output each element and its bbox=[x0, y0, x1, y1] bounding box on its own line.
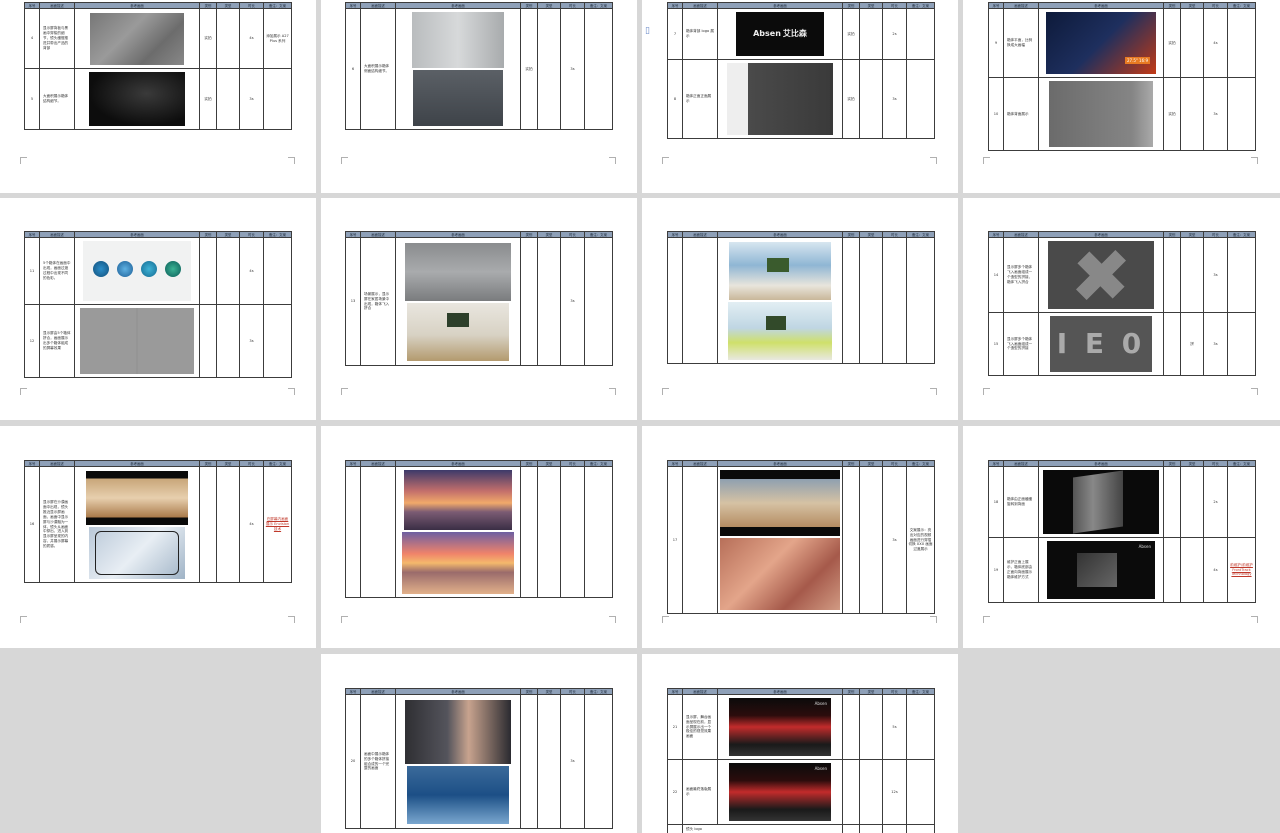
table-row bbox=[345, 466, 613, 598]
reference-image bbox=[80, 308, 194, 374]
phone-image bbox=[89, 526, 185, 579]
shot-table: 序号 画面描述 参考画面 类别 类型 时长 备注：文案 7 箱体背部 logo 展示 Abs… bbox=[667, 2, 935, 139]
table-row: 13 场景展示，显示屏在家居场景中出现，箱体飞入拼合 3s bbox=[345, 237, 613, 366]
shot-table: 序号 画面描述 参考画面 类别 类型 时长 备注：文案 18 箱体由正面缓缓旋转到背面 2s… bbox=[988, 460, 1256, 603]
doc-page-1: 序号 画面描述 参考画面 类别 类型 时长 备注：文案 4 显示屏背板与黑画中穿梭的细节，镜… bbox=[0, 0, 316, 193]
table-row: 19 维护正面上展示，箱体底部由正面向背面展示箱体维护方式 Absen 4s 前… bbox=[988, 537, 1256, 603]
shot-table: 序号 画面描述 参考画面 类别 类型 时长 备注：文案 20 画面中展示箱体的多个箱体拼接组… bbox=[345, 688, 613, 829]
aerial-video-wall-image bbox=[407, 765, 509, 824]
stage-render-image: Absen bbox=[729, 763, 831, 821]
document-icon: ▯ bbox=[645, 26, 650, 36]
table-row: 11 5个箱体在画面中出现，画面过渡过程中出现不同的色彩。 4s bbox=[24, 237, 292, 305]
reference-image: I E 0 bbox=[1050, 316, 1152, 372]
table-row: 21 显示屏、舞台画面呈现在前，显示屏展示出一个极佳的视觉效果画面 Absen … bbox=[667, 694, 935, 760]
table-row: 16 显示屏在沙漠画面中出现，镜头推近显示屏画面，画面中显示屏与沙漠融为一体，镜… bbox=[24, 466, 292, 583]
reference-image bbox=[405, 242, 511, 301]
doc-page-2: 序号 画面描述 参考画面 类别 类型 时长 备注：文案 6 大面积展示箱体侧面结构细节。 实… bbox=[321, 0, 637, 193]
cabinet-render-image bbox=[1043, 470, 1159, 534]
cabinet-render-image: Absen bbox=[1047, 541, 1155, 599]
table-row: 4 显示屏背板与黑画中穿梭的细节，镜头缓慢推进并带出产品的背部 实拍 4s 添加… bbox=[24, 8, 292, 69]
desert-screen-image bbox=[86, 470, 188, 525]
shot-table: 序号 画面描述 参考画面 类别 类型 时长 备注：文案 bbox=[345, 460, 613, 598]
doc-page-9: 序号 画面描述 参考画面 类别 类型 时长 备注：文案 16 显示屏在沙漠画面中出现，镜头推… bbox=[0, 426, 316, 648]
portrait-video-wall-image bbox=[405, 699, 511, 764]
table-row: 20 画面中展示箱体的多个箱体拼接组合成的一个完整的画面 3s bbox=[345, 694, 613, 829]
table-row: 8 箱体正面正面展示 实拍 3s bbox=[667, 59, 935, 139]
table-row: 14 显示屏多个箱体飞入画面组成一个造型的拼接，箱体飞入拼合 3s bbox=[988, 237, 1256, 313]
reference-image: 27.5" 16:9 bbox=[1046, 12, 1156, 74]
desert-screen-image bbox=[720, 470, 840, 536]
reference-image bbox=[412, 12, 504, 68]
shot-table: 序号 画面描述 参考画面 类别 类型 时长 备注：文案 6 大面积展示箱体侧面结构细节。 实… bbox=[345, 2, 613, 130]
sand-texture-image bbox=[720, 538, 840, 610]
doc-page-8: 序号 画面描述 参考画面 类别 类型 时长 备注：文案 14 显示屏多个箱体飞入画面组成一个… bbox=[963, 198, 1280, 420]
reference-image bbox=[90, 12, 184, 65]
shot-table: 序号 画面描述 参考画面 类别 类型 时长 备注：文案 17 3s 文案展示：亮出对应的视频… bbox=[667, 460, 935, 614]
table-row: 12 显示屏由5个箱体拼合，画面展示出多个箱体组成的屏幕效果 3s bbox=[24, 304, 292, 378]
doc-page-10: 序号 画面描述 参考画面 类别 类型 时长 备注：文案 bbox=[321, 426, 637, 648]
absen-logo-image: Absen 艾比森 bbox=[736, 12, 824, 56]
sunset-image bbox=[404, 470, 512, 530]
stage-render-image: Absen bbox=[729, 698, 831, 756]
table-row bbox=[667, 237, 935, 364]
doc-page-7: 序号 画面描述 参考画面 类别 类型 时长 备注：文案 bbox=[642, 198, 958, 420]
shot-table: 序号 画面描述 参考画面 类别 类型 时长 备注：文案 11 5个箱体在画面中出现，画面过渡… bbox=[24, 231, 292, 378]
doc-page-13: 序号 画面描述 参考画面 类别 类型 时长 备注：文案 20 画面中展示箱体的多个箱体拼接组… bbox=[321, 654, 637, 833]
table-row: 15 显示屏多个箱体飞入画面组成一个造型的拼接 I E 0 拼 3s bbox=[988, 312, 1256, 376]
doc-page-11: 序号 画面描述 参考画面 类别 类型 时长 备注：文案 17 3s 文案展示：亮出对应的视频… bbox=[642, 426, 958, 648]
doc-page-3: ▯ 序号 画面描述 参考画面 类别 类型 时长 备注：文案 7 箱体背部 logo 展示 A… bbox=[642, 0, 958, 193]
shot-table: 序号 画面描述 参考画面 类别 类型 时长 备注：文案 bbox=[667, 231, 935, 364]
table-row: 22 画面最终落版展示 Absen 12s bbox=[667, 759, 935, 825]
doc-page-6: 序号 画面描述 参考画面 类别 类型 时长 备注：文案 13 场景展示，显示屏在家居场景中出… bbox=[321, 198, 637, 420]
table-row: 5 大面积展示箱体结构细节。 实拍 3s bbox=[24, 68, 292, 130]
reference-image bbox=[83, 241, 191, 301]
reference-image bbox=[89, 72, 185, 126]
doc-page-12: 序号 画面描述 参考画面 类别 类型 时长 备注：文案 18 箱体由正面缓缓旋转到背面 2s… bbox=[963, 426, 1280, 648]
table-row: 18 箱体由正面缓缓旋转到背面 2s bbox=[988, 466, 1256, 538]
sunset-beach-image bbox=[402, 532, 514, 594]
table-row: 9 箱体平面，比例换成大画幅 27.5" 16:9 实拍 4s bbox=[988, 8, 1256, 78]
table-row: 10 箱体背面展示 实拍 3s bbox=[988, 77, 1256, 151]
shot-table: 序号 画面描述 参考画面 类别 类型 时长 备注：文案 13 场景展示，显示屏在家居场景中出… bbox=[345, 231, 613, 366]
table-row: 7 箱体背部 logo 展示 Absen 艾比森 实拍 2s bbox=[667, 8, 935, 60]
conference-room-image bbox=[728, 301, 832, 360]
shot-table: 序号 画面描述 参考画面 类别 类型 时长 备注：文案 9 箱体平面，比例换成大画幅 27.… bbox=[988, 2, 1256, 151]
conference-room-image bbox=[729, 241, 831, 300]
table-row: 6 大面积展示箱体侧面结构细节。 实拍 3s bbox=[345, 8, 613, 130]
table-row: 镜头 logo bbox=[667, 824, 935, 833]
reference-image bbox=[727, 63, 833, 135]
reference-image bbox=[1049, 81, 1153, 147]
shot-table: 序号 画面描述 参考画面 类别 类型 时长 备注：文案 4 显示屏背板与黑画中穿梭的细节，镜… bbox=[24, 2, 292, 130]
doc-page-14: 序号 画面描述 参考画面 类别 类型 时长 备注：文案 21 显示屏、舞台画面呈现在前，显示… bbox=[642, 654, 958, 833]
reference-image bbox=[413, 70, 503, 126]
shot-table: 序号 画面描述 参考画面 类别 类型 时长 备注：文案 14 显示屏多个箱体飞入画面组成一个… bbox=[988, 231, 1256, 376]
table-row: 17 3s 文案展示：亮出对应的视频画面进行穿插切换 XXX 画面过渡展示 bbox=[667, 466, 935, 614]
living-room-image bbox=[407, 302, 509, 361]
doc-page-5: 序号 画面描述 参考画面 类别 类型 时长 备注：文案 11 5个箱体在画面中出现，画面过渡… bbox=[0, 198, 316, 420]
doc-page-4: 序号 画面描述 参考画面 类别 类型 时长 备注：文案 9 箱体平面，比例换成大画幅 27.… bbox=[963, 0, 1280, 193]
shot-table: 序号 画面描述 参考画面 类别 类型 时长 备注：文案 16 显示屏在沙漠画面中出现，镜头推… bbox=[24, 460, 292, 583]
shot-table: 序号 画面描述 参考画面 类别 类型 时长 备注：文案 21 显示屏、舞台画面呈现在前，显示… bbox=[667, 688, 935, 833]
reference-image bbox=[1048, 241, 1154, 309]
